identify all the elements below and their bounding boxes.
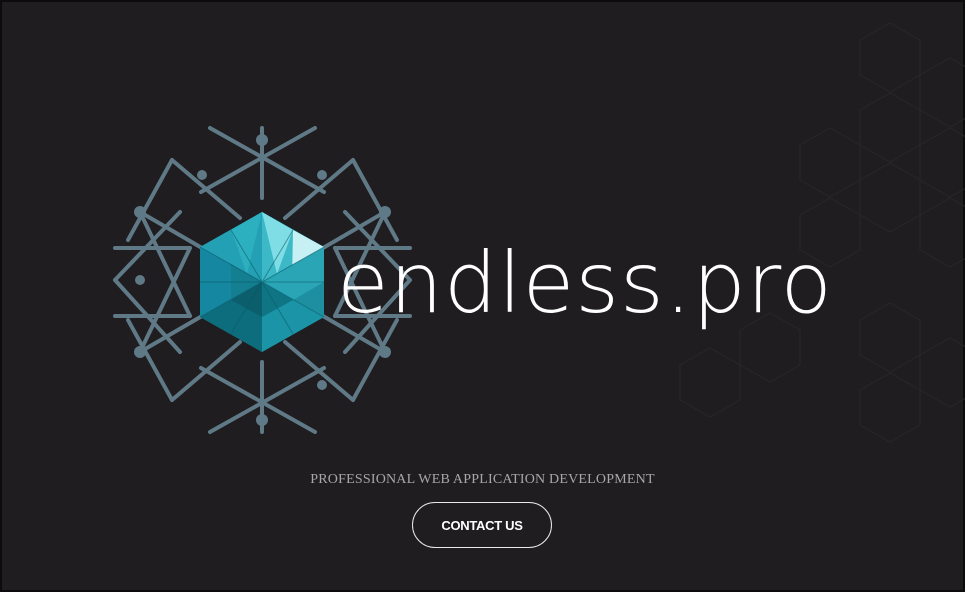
brand-wordmark: endless.pro <box>337 234 833 332</box>
tagline: PROFESSIONAL WEB APPLICATION DEVELOPMENT <box>310 472 655 487</box>
contact-us-button[interactable]: CONTACT US <box>412 502 552 548</box>
